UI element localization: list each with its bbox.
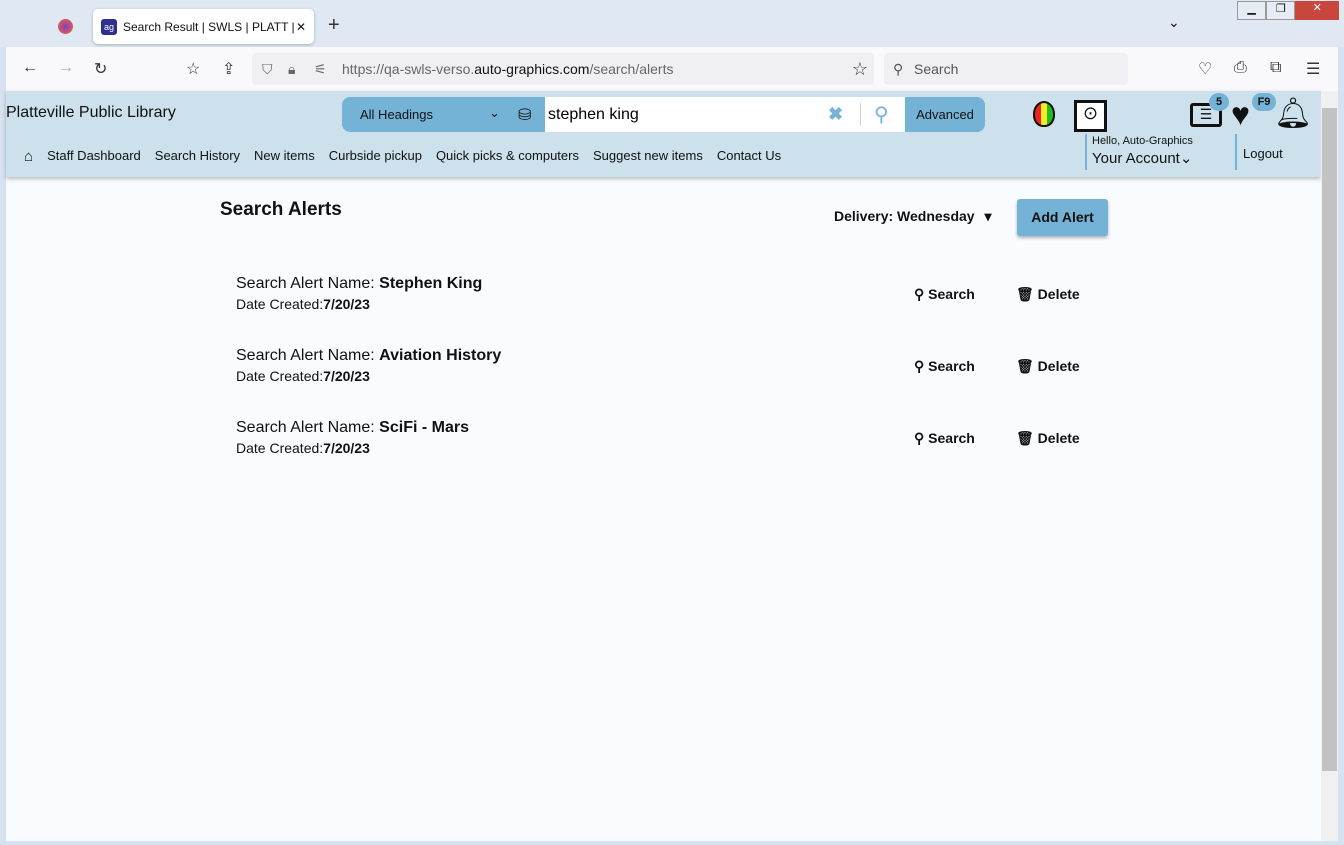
browser-tab[interactable]: ag Search Result | SWLS | PLATT | A ✕	[93, 9, 314, 44]
close-tab-icon[interactable]: ✕	[296, 20, 306, 34]
search-icon[interactable]: ⚲	[874, 102, 889, 127]
trash-icon: 🗑︎	[1016, 286, 1034, 302]
search-icon: ⚲	[914, 358, 925, 374]
reload-icon[interactable]: ↻	[94, 59, 107, 79]
your-account-menu[interactable]: Your Account⌄	[1092, 149, 1192, 167]
alert-name: Aviation History	[379, 347, 502, 364]
alert-date: 7/20/23	[323, 368, 370, 384]
search-icon: ⚲	[893, 61, 904, 77]
search-scope-select[interactable]: All Headings	[360, 107, 433, 122]
shield-icon[interactable]: ⛉	[262, 53, 273, 85]
nav-staff-dashboard[interactable]: Staff Dashboard	[47, 148, 141, 165]
favorites-badge: F9	[1252, 93, 1276, 111]
alert-date: 7/20/23	[323, 296, 370, 312]
search-input[interactable]	[545, 97, 905, 132]
heart-icon[interactable]: ♥	[1231, 96, 1250, 133]
alert-name: SciFi - Mars	[379, 419, 469, 436]
nav-quick-picks[interactable]: Quick picks & computers	[436, 148, 579, 165]
minimize-button[interactable]: ▁	[1237, 1, 1267, 20]
home-icon[interactable]: ⌂	[24, 148, 33, 165]
add-alert-button[interactable]: Add Alert	[1017, 199, 1108, 236]
nav-suggest-new-items[interactable]: Suggest new items	[593, 148, 703, 165]
search-icon: ⚲	[914, 286, 925, 302]
clear-search-icon[interactable]: ✖	[828, 104, 843, 125]
permissions-icon[interactable]: ⚟	[314, 53, 327, 85]
url-bar[interactable]: ⛉ 🔒︎ ⚟ https://qa-swls-verso.auto-graphi…	[252, 53, 874, 85]
search-box: All Headings ⌄ ⛁ ✖ ⚲ Advanced	[342, 97, 985, 132]
restore-button[interactable]: ❐	[1266, 1, 1296, 20]
chevron-down-icon[interactable]: ⌄	[489, 105, 500, 121]
list-count-badge: 5	[1209, 93, 1229, 111]
site-favicon: ag	[101, 18, 117, 35]
browser-search-bar[interactable]: ⚲ Search	[884, 53, 1128, 85]
nav-search-history[interactable]: Search History	[155, 148, 240, 165]
lock-icon[interactable]: 🔒︎	[288, 53, 295, 85]
alert-search-button[interactable]: ⚲ Search	[914, 358, 975, 375]
balloon-icon[interactable]	[1033, 101, 1055, 127]
extensions-icon[interactable]: ⧉	[1270, 59, 1281, 77]
caret-down-icon: ▾	[984, 208, 992, 224]
page-title: Search Alerts	[220, 199, 342, 220]
search-icon: ⚲	[914, 430, 925, 446]
alert-date: 7/20/23	[323, 440, 370, 456]
delivery-dropdown[interactable]: Delivery: Wednesday ▾	[834, 208, 992, 225]
nav-contact-us[interactable]: Contact Us	[717, 148, 781, 165]
trash-icon: 🗑︎	[1016, 358, 1034, 374]
advanced-search-button[interactable]: Advanced	[905, 97, 985, 132]
main-nav: ⌂ Staff Dashboard Search History New ite…	[24, 148, 781, 165]
forward-icon[interactable]: →	[58, 59, 74, 77]
alert-delete-button[interactable]: 🗑︎ Delete	[1016, 286, 1080, 303]
bookmark-star-icon[interactable]: ☆	[852, 53, 868, 85]
library-name[interactable]: Platteville Public Library	[6, 104, 176, 122]
alert-row: Search Alert Name: SciFi - Mars Date Cre…	[236, 419, 1080, 456]
window-controls: ▁ ❐ ✕	[1237, 1, 1339, 20]
pocket-icon[interactable]: ♡	[1198, 59, 1212, 79]
alert-delete-button[interactable]: 🗑︎ Delete	[1016, 430, 1080, 447]
bookmark-page-icon[interactable]: ☆	[186, 59, 200, 79]
share-icon[interactable]: ⇪	[222, 59, 235, 79]
logout-link[interactable]: Logout	[1243, 146, 1283, 161]
alert-name: Stephen King	[379, 275, 483, 292]
alert-row: Search Alert Name: Aviation History Date…	[236, 347, 1080, 384]
trash-icon: 🗑︎	[1016, 430, 1034, 446]
print-icon[interactable]: ⎙	[1234, 59, 1247, 77]
scrollbar-thumb[interactable]	[1322, 108, 1337, 771]
firefox-icon	[58, 19, 73, 34]
tab-strip: ag Search Result | SWLS | PLATT | A ✕ + ⌄ …	[0, 0, 1344, 47]
alert-search-button[interactable]: ⚲ Search	[914, 430, 975, 447]
tab-list-icon[interactable]: ⌄	[1168, 14, 1180, 31]
menu-icon[interactable]: ☰	[1306, 59, 1320, 79]
new-tab-icon[interactable]: +	[328, 14, 340, 37]
alert-row: Search Alert Name: Stephen King Date Cre…	[236, 275, 1080, 312]
alert-search-button[interactable]: ⚲ Search	[914, 286, 975, 303]
back-icon[interactable]: ←	[22, 59, 38, 77]
alert-delete-button[interactable]: 🗑︎ Delete	[1016, 358, 1080, 375]
greeting: Hello, Auto-Graphics	[1092, 135, 1193, 147]
close-window-button[interactable]: ✕	[1295, 1, 1339, 20]
chevron-down-icon: ⌄	[1179, 150, 1193, 167]
browse-search-icon[interactable]: ⊙	[1074, 100, 1107, 132]
database-icon[interactable]: ⛁	[518, 105, 531, 125]
nav-new-items[interactable]: New items	[254, 148, 315, 165]
nav-curbside-pickup[interactable]: Curbside pickup	[329, 148, 422, 165]
bell-icon[interactable]: 🔔︎	[1274, 96, 1312, 131]
